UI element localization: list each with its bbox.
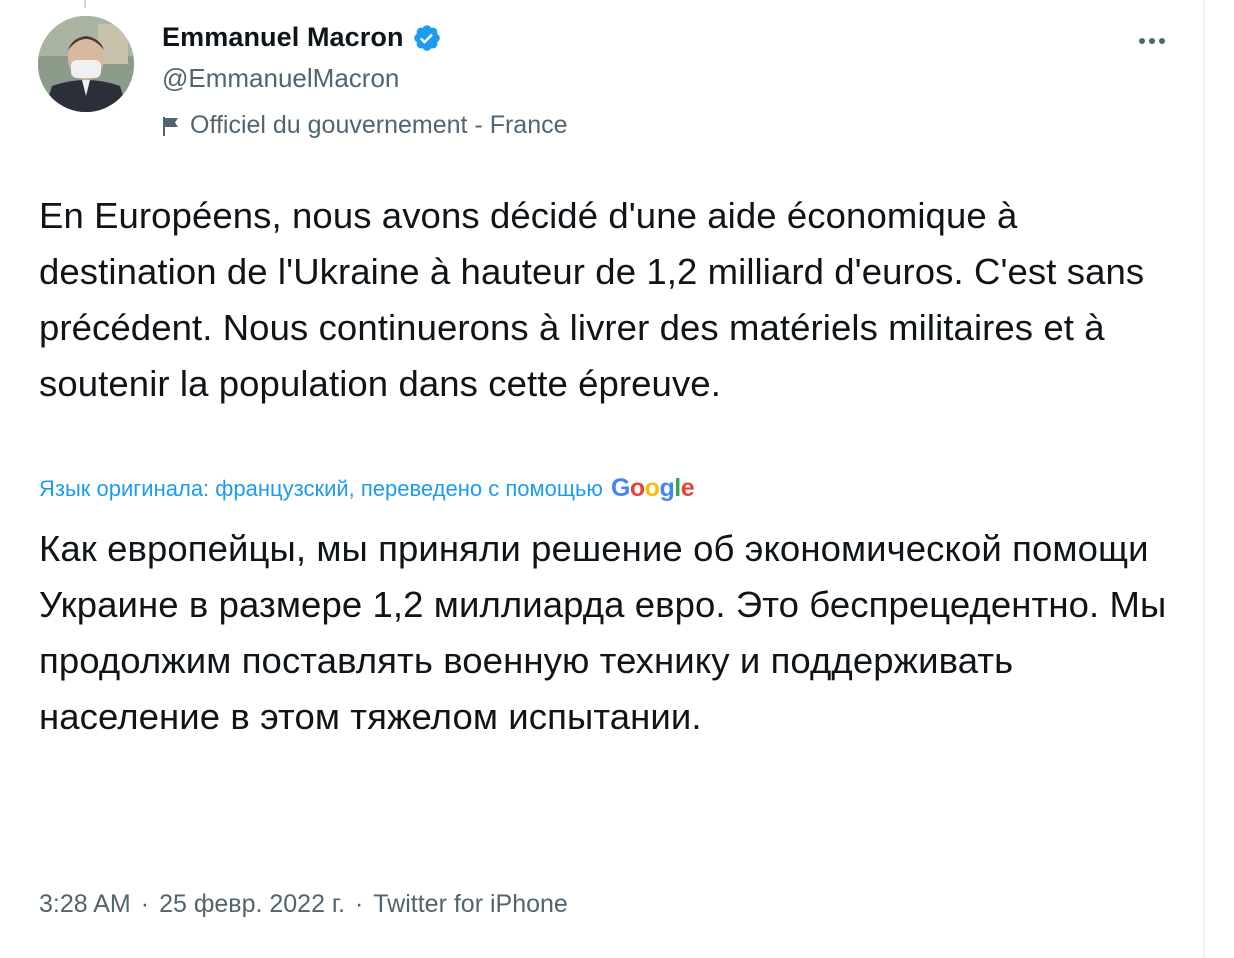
translation-note-text: Язык оригинала: французский, переведено … xyxy=(39,476,603,501)
column-border xyxy=(1203,0,1205,958)
tweet-time[interactable]: 3:28 AM xyxy=(39,890,131,919)
user-handle[interactable]: @EmmanuelMacron xyxy=(162,63,399,94)
google-logo: Google xyxy=(610,474,695,502)
flag-icon xyxy=(162,115,180,137)
meta-separator: · xyxy=(354,890,364,918)
thread-line xyxy=(84,0,86,8)
verified-badge-icon xyxy=(412,23,442,53)
tweet-date[interactable]: 25 февр. 2022 г. xyxy=(159,890,345,919)
tweet-header: Emmanuel Macron @EmmanuelMacron Officiel… xyxy=(38,16,1188,146)
name-row: Emmanuel Macron xyxy=(162,22,442,53)
meta-separator: · xyxy=(140,890,150,918)
translated-text: Как европейцы, мы приняли решение об эко… xyxy=(39,528,1167,737)
avatar-image xyxy=(38,16,134,112)
government-label-text: Officiel du gouvernement - France xyxy=(190,111,568,139)
tweet-source[interactable]: Twitter for iPhone xyxy=(373,890,568,919)
avatar[interactable] xyxy=(38,16,134,112)
more-options-icon[interactable] xyxy=(1134,34,1170,46)
tweet-meta: 3:28 AM · 25 февр. 2022 г. · Twitter for… xyxy=(39,890,568,919)
tweet-text: En Européens, nous avons décidé d'une ai… xyxy=(39,195,1145,404)
translation-note: Язык оригинала: французский, переведено … xyxy=(39,474,695,503)
government-label: Officiel du gouvernement - France xyxy=(162,111,568,140)
display-name[interactable]: Emmanuel Macron xyxy=(162,22,404,53)
